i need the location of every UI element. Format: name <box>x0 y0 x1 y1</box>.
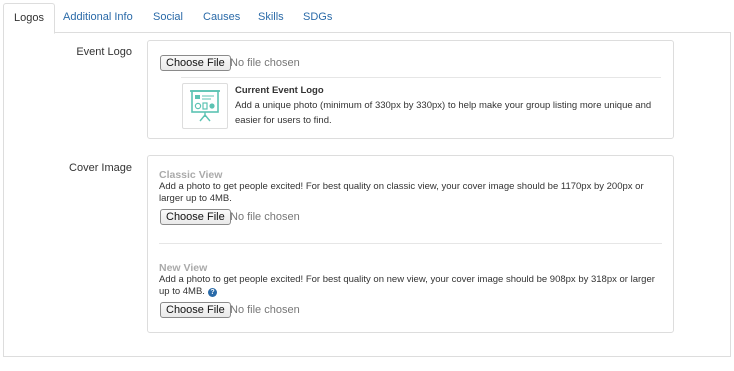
classic-view-file-status: No file chosen <box>230 211 300 223</box>
new-view-file-status: No file chosen <box>230 304 300 316</box>
tab-causes[interactable]: Causes <box>203 3 240 33</box>
tab-logos[interactable]: Logos <box>3 3 55 34</box>
tab-bar: Logos Additional Info Social Causes Skil… <box>3 3 731 34</box>
current-event-logo-description: Add a unique photo (minimum of 330px by … <box>235 100 652 126</box>
classic-view-choose-file-button[interactable]: Choose File <box>160 209 231 225</box>
new-view-description-text: Add a photo to get people excited! For b… <box>159 274 655 297</box>
event-logo-divider <box>181 77 661 78</box>
event-logo-file-status: No file chosen <box>230 57 300 69</box>
tab-additional-info[interactable]: Additional Info <box>63 3 133 33</box>
help-icon[interactable]: ? <box>207 288 217 297</box>
cover-image-divider <box>159 243 662 244</box>
tab-skills[interactable]: Skills <box>258 3 284 33</box>
event-logo-box: Choose File No file chosen Current Event… <box>147 40 674 139</box>
new-view-description: Add a photo to get people excited! For b… <box>159 274 664 298</box>
event-logo-thumbnail <box>182 83 228 129</box>
classic-view-description: Add a photo to get people excited! For b… <box>159 181 644 204</box>
cover-image-box: Classic View Add a photo to get people e… <box>147 155 674 333</box>
tab-social[interactable]: Social <box>153 3 183 33</box>
cover-image-label: Cover Image <box>69 162 132 174</box>
tab-sdgs[interactable]: SDGs <box>303 3 332 33</box>
presentation-board-icon <box>190 90 220 122</box>
new-view-title: New View <box>159 262 208 274</box>
event-logo-label: Event Logo <box>76 46 132 58</box>
event-logo-choose-file-button[interactable]: Choose File <box>160 55 231 71</box>
new-view-choose-file-button[interactable]: Choose File <box>160 302 231 318</box>
classic-view-title: Classic View <box>159 169 223 181</box>
current-event-logo-title: Current Event Logo <box>235 85 324 96</box>
